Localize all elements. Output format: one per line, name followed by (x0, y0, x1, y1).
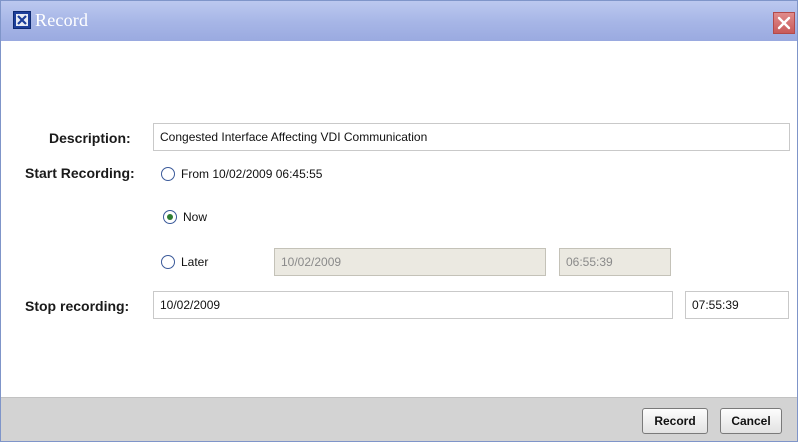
stop-time-field[interactable]: 07:55:39 (685, 291, 789, 319)
radio-circle[interactable] (161, 255, 175, 269)
radio-start-later[interactable]: Later (161, 255, 208, 269)
stop-recording-label: Stop recording: (25, 298, 130, 314)
radio-start-later-label: Later (181, 255, 209, 269)
radio-circle[interactable] (161, 167, 175, 181)
radio-circle-selected[interactable] (163, 210, 177, 224)
app-x-icon (13, 11, 31, 29)
close-button[interactable] (773, 12, 795, 34)
radio-start-now-label: Now (183, 210, 208, 224)
later-date-field: 10/02/2009 (274, 248, 546, 276)
radio-start-now[interactable]: Now (163, 210, 207, 224)
radio-start-from-label: From 10/02/2009 06:45:55 (181, 167, 323, 181)
window-title: Record (35, 10, 89, 30)
later-time-field: 06:55:39 (559, 248, 671, 276)
record-dialog: Record Description: Congested Interface … (0, 0, 798, 442)
record-button[interactable]: Record (642, 408, 708, 434)
description-field[interactable]: Congested Interface Affecting VDI Commun… (153, 123, 790, 151)
dialog-footer: Record Cancel (1, 397, 797, 441)
title-bar[interactable]: Record (1, 1, 797, 41)
close-icon (777, 16, 791, 30)
start-recording-label: Start Recording: (25, 165, 135, 181)
cancel-button[interactable]: Cancel (720, 408, 782, 434)
description-label: Description: (49, 130, 131, 146)
stop-date-field[interactable]: 10/02/2009 (153, 291, 673, 319)
radio-start-from[interactable]: From 10/02/2009 06:45:55 (161, 167, 322, 181)
